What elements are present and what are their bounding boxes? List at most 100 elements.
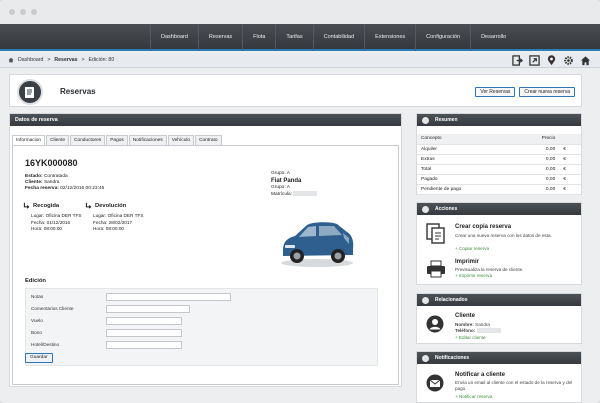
page-header: Reservas Ver Reservas Crear nueva reserv… xyxy=(9,74,582,107)
table-row: Alquiler 0,00 € xyxy=(417,144,581,155)
tab-cliente[interactable]: Cliente xyxy=(46,135,69,145)
field-label-notas: Notas xyxy=(31,294,44,299)
home-small-icon xyxy=(8,57,14,63)
copy-description: Crear una nueva reserva con los datos de… xyxy=(455,233,552,238)
tab-pagos[interactable]: Pagos xyxy=(106,135,128,145)
pickup-fecha: 01/12/2016 xyxy=(46,219,71,225)
nav-item-reservas[interactable]: Reservas xyxy=(197,24,242,51)
tab-vehiculo[interactable]: Vehículo xyxy=(167,135,195,145)
nombre-value: Sandra xyxy=(475,322,490,327)
row-currency: € xyxy=(559,164,581,175)
edit-client-link[interactable]: + Editar cliente xyxy=(455,335,486,340)
return-lugar-label: Lugar: xyxy=(93,213,107,218)
notifications-header: Notificaciones xyxy=(417,352,581,364)
tab-notificaciones[interactable]: Notificaciones xyxy=(128,135,167,145)
row-concept: Total xyxy=(417,164,516,175)
table-row: Extras 0,00 € xyxy=(417,154,581,165)
window-control-dot[interactable] xyxy=(9,9,15,15)
toolbar-icons xyxy=(512,55,591,66)
notify-title: Notificar a cliente xyxy=(455,372,506,378)
tab-contrato[interactable]: Contrato xyxy=(195,135,222,145)
nav-item-extensiones[interactable]: Extensiones xyxy=(364,24,415,51)
logout-icon[interactable] xyxy=(512,55,523,66)
breadcrumb: Dashboard > Reservas > Edición: 80 xyxy=(8,57,114,63)
reservation-id: 16YK000080 xyxy=(25,158,78,168)
matricula-redacted xyxy=(293,191,318,196)
client-related: Cliente Nombre: Sandra Teléfono: + Edita… xyxy=(417,311,583,343)
row-price: 0,00 xyxy=(515,174,560,185)
panel-title: Datos de reserva xyxy=(10,114,401,126)
notas-input[interactable] xyxy=(106,293,231,301)
view-reservations-button[interactable]: Ver Reservas xyxy=(475,87,516,97)
nav-item-contabilidad[interactable]: Contabilidad xyxy=(312,24,365,51)
breadcrumb-dashboard[interactable]: Dashboard xyxy=(18,57,43,63)
return-lugar: Oficina DER TFS xyxy=(107,213,144,218)
vuelo-input[interactable] xyxy=(106,317,182,325)
reservation-info: Estado: Contratada Cliente: Sandra Fecha… xyxy=(25,174,104,192)
return-fecha-label: Fecha: xyxy=(93,219,108,225)
hotel-input[interactable] xyxy=(106,341,182,349)
pickup-hora-label: Hora: xyxy=(31,226,43,231)
window-control-dot[interactable] xyxy=(31,9,37,15)
top-navigation: Dashboard Reservas Flota Tarifas Contabi… xyxy=(0,24,600,51)
print-reservation-link[interactable]: + Imprimir reserva xyxy=(455,273,492,278)
row-currency: € xyxy=(559,184,581,195)
nav-item-dashboard[interactable]: Dashboard xyxy=(150,24,198,51)
window-control-dot[interactable] xyxy=(20,9,26,15)
edit-section-title: Edición xyxy=(25,278,46,284)
tab-conductores[interactable]: Conductores xyxy=(70,135,106,145)
printer-icon xyxy=(427,260,445,278)
actions-panel: Acciones Crear copia reserva Crear una n… xyxy=(416,202,582,285)
pickup-heading: Recogida xyxy=(23,202,59,209)
print-title: Imprimir xyxy=(455,259,480,265)
return-heading: Devolución xyxy=(85,202,126,209)
home-icon[interactable] xyxy=(580,55,591,66)
breadcrumb-current: Edición: 80 xyxy=(88,57,115,63)
row-concept: Pagado xyxy=(417,174,516,185)
client-name-row: Nombre: Sandra xyxy=(455,322,575,328)
field-label-comentarios: Comentarios Cliente xyxy=(31,306,74,311)
tab-bar: Informacion Cliente Conductores Pagos No… xyxy=(12,135,223,145)
email-icon xyxy=(426,374,444,392)
breadcrumb-bar: Dashboard > Reservas > Edición: 80 xyxy=(0,53,600,68)
nav-item-tarifas[interactable]: Tarifas xyxy=(275,24,312,51)
copy-reservation-link[interactable]: + Copiar reserva xyxy=(455,246,489,251)
field-label-bono: Bono xyxy=(31,330,42,335)
window-chrome xyxy=(0,0,600,24)
export-icon[interactable] xyxy=(529,55,540,66)
summary-table: Concepto Precio Alquiler 0,00 € Extras 0,00… xyxy=(417,134,581,195)
cliente-label: Cliente: xyxy=(25,180,43,185)
nombre-label: Nombre: xyxy=(455,322,474,327)
fecha-label: Fecha reserva: xyxy=(25,186,59,191)
car-image xyxy=(281,222,354,267)
return-hora: 08:00:00 xyxy=(105,226,125,231)
save-button[interactable]: Guardar xyxy=(25,353,53,363)
related-title: Relacionados xyxy=(435,297,468,303)
new-reservation-button[interactable]: Crear nueva reserva xyxy=(519,87,575,97)
list-icon xyxy=(422,117,429,124)
comentarios-input[interactable] xyxy=(106,305,190,313)
row-concept: Alquiler xyxy=(417,144,516,155)
matricula-label: Matrícula: xyxy=(271,191,293,197)
pickup-lugar-label: Lugar: xyxy=(31,213,45,218)
row-currency: € xyxy=(559,154,581,165)
nav-item-desarrollo[interactable]: Desarrollo xyxy=(470,24,516,51)
cliente-value: Sandra xyxy=(43,180,60,185)
pickup-title: Recogida xyxy=(33,202,60,209)
settings-icon[interactable] xyxy=(563,55,574,66)
location-icon[interactable] xyxy=(546,55,557,66)
nav-item-flota[interactable]: Flota xyxy=(242,24,275,51)
notify-reservation-link[interactable]: + Notificar reserva xyxy=(455,394,492,399)
tab-informacion[interactable]: Informacion xyxy=(12,135,46,145)
copy-document-icon xyxy=(426,223,445,244)
row-price: 0,00 xyxy=(515,184,560,195)
nav-item-configuracion[interactable]: Configuración xyxy=(415,24,470,51)
bono-input[interactable] xyxy=(106,329,182,337)
actions-header-icon xyxy=(422,206,429,213)
table-row: Total 0,00 € xyxy=(417,164,581,175)
row-price: 0,00 xyxy=(515,154,560,165)
table-row: Pendiente de pago 0,00 € xyxy=(417,184,581,195)
browser-window: Dashboard Reservas Flota Tarifas Contabi… xyxy=(0,0,600,403)
actions-header: Acciones xyxy=(417,203,581,215)
breadcrumb-reservas[interactable]: Reservas xyxy=(54,57,77,63)
